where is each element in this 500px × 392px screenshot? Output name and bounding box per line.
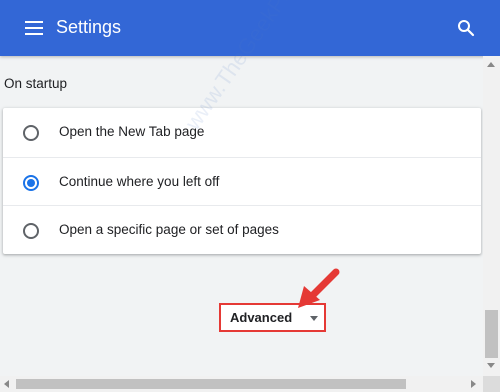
startup-option-specific-pages[interactable]: Open a specific page or set of pages (3, 205, 481, 254)
radio-continue-selected[interactable] (23, 175, 39, 191)
scroll-down-icon[interactable] (487, 363, 495, 368)
horizontal-scrollbar[interactable] (0, 376, 500, 392)
vertical-scroll-thumb[interactable] (485, 310, 498, 358)
startup-option-continue[interactable]: Continue where you left off (3, 157, 481, 206)
hamburger-menu-icon[interactable] (25, 21, 43, 35)
scroll-right-icon[interactable] (471, 380, 476, 388)
scroll-left-icon[interactable] (4, 380, 9, 388)
red-pointer-arrow-icon (298, 268, 340, 308)
vertical-scrollbar[interactable] (483, 56, 500, 376)
scrollbar-corner (483, 376, 500, 392)
on-startup-heading: On startup (4, 76, 68, 91)
scroll-up-icon[interactable] (487, 62, 495, 67)
option-label: Continue where you left off (59, 174, 220, 189)
option-label: Open a specific page or set of pages (59, 222, 279, 237)
advanced-label: Advanced (230, 310, 293, 325)
search-icon[interactable] (457, 19, 475, 37)
app-header: Settings (0, 0, 500, 56)
page-title: Settings (56, 17, 122, 37)
startup-option-new-tab[interactable]: Open the New Tab page (3, 108, 481, 156)
option-label: Open the New Tab page (59, 124, 205, 139)
radio-new-tab[interactable] (23, 125, 39, 141)
horizontal-scroll-thumb[interactable] (16, 379, 406, 389)
radio-specific-pages[interactable] (23, 223, 39, 239)
startup-options-card: Open the New Tab page Continue where you… (3, 108, 481, 254)
caret-down-icon (310, 316, 318, 321)
